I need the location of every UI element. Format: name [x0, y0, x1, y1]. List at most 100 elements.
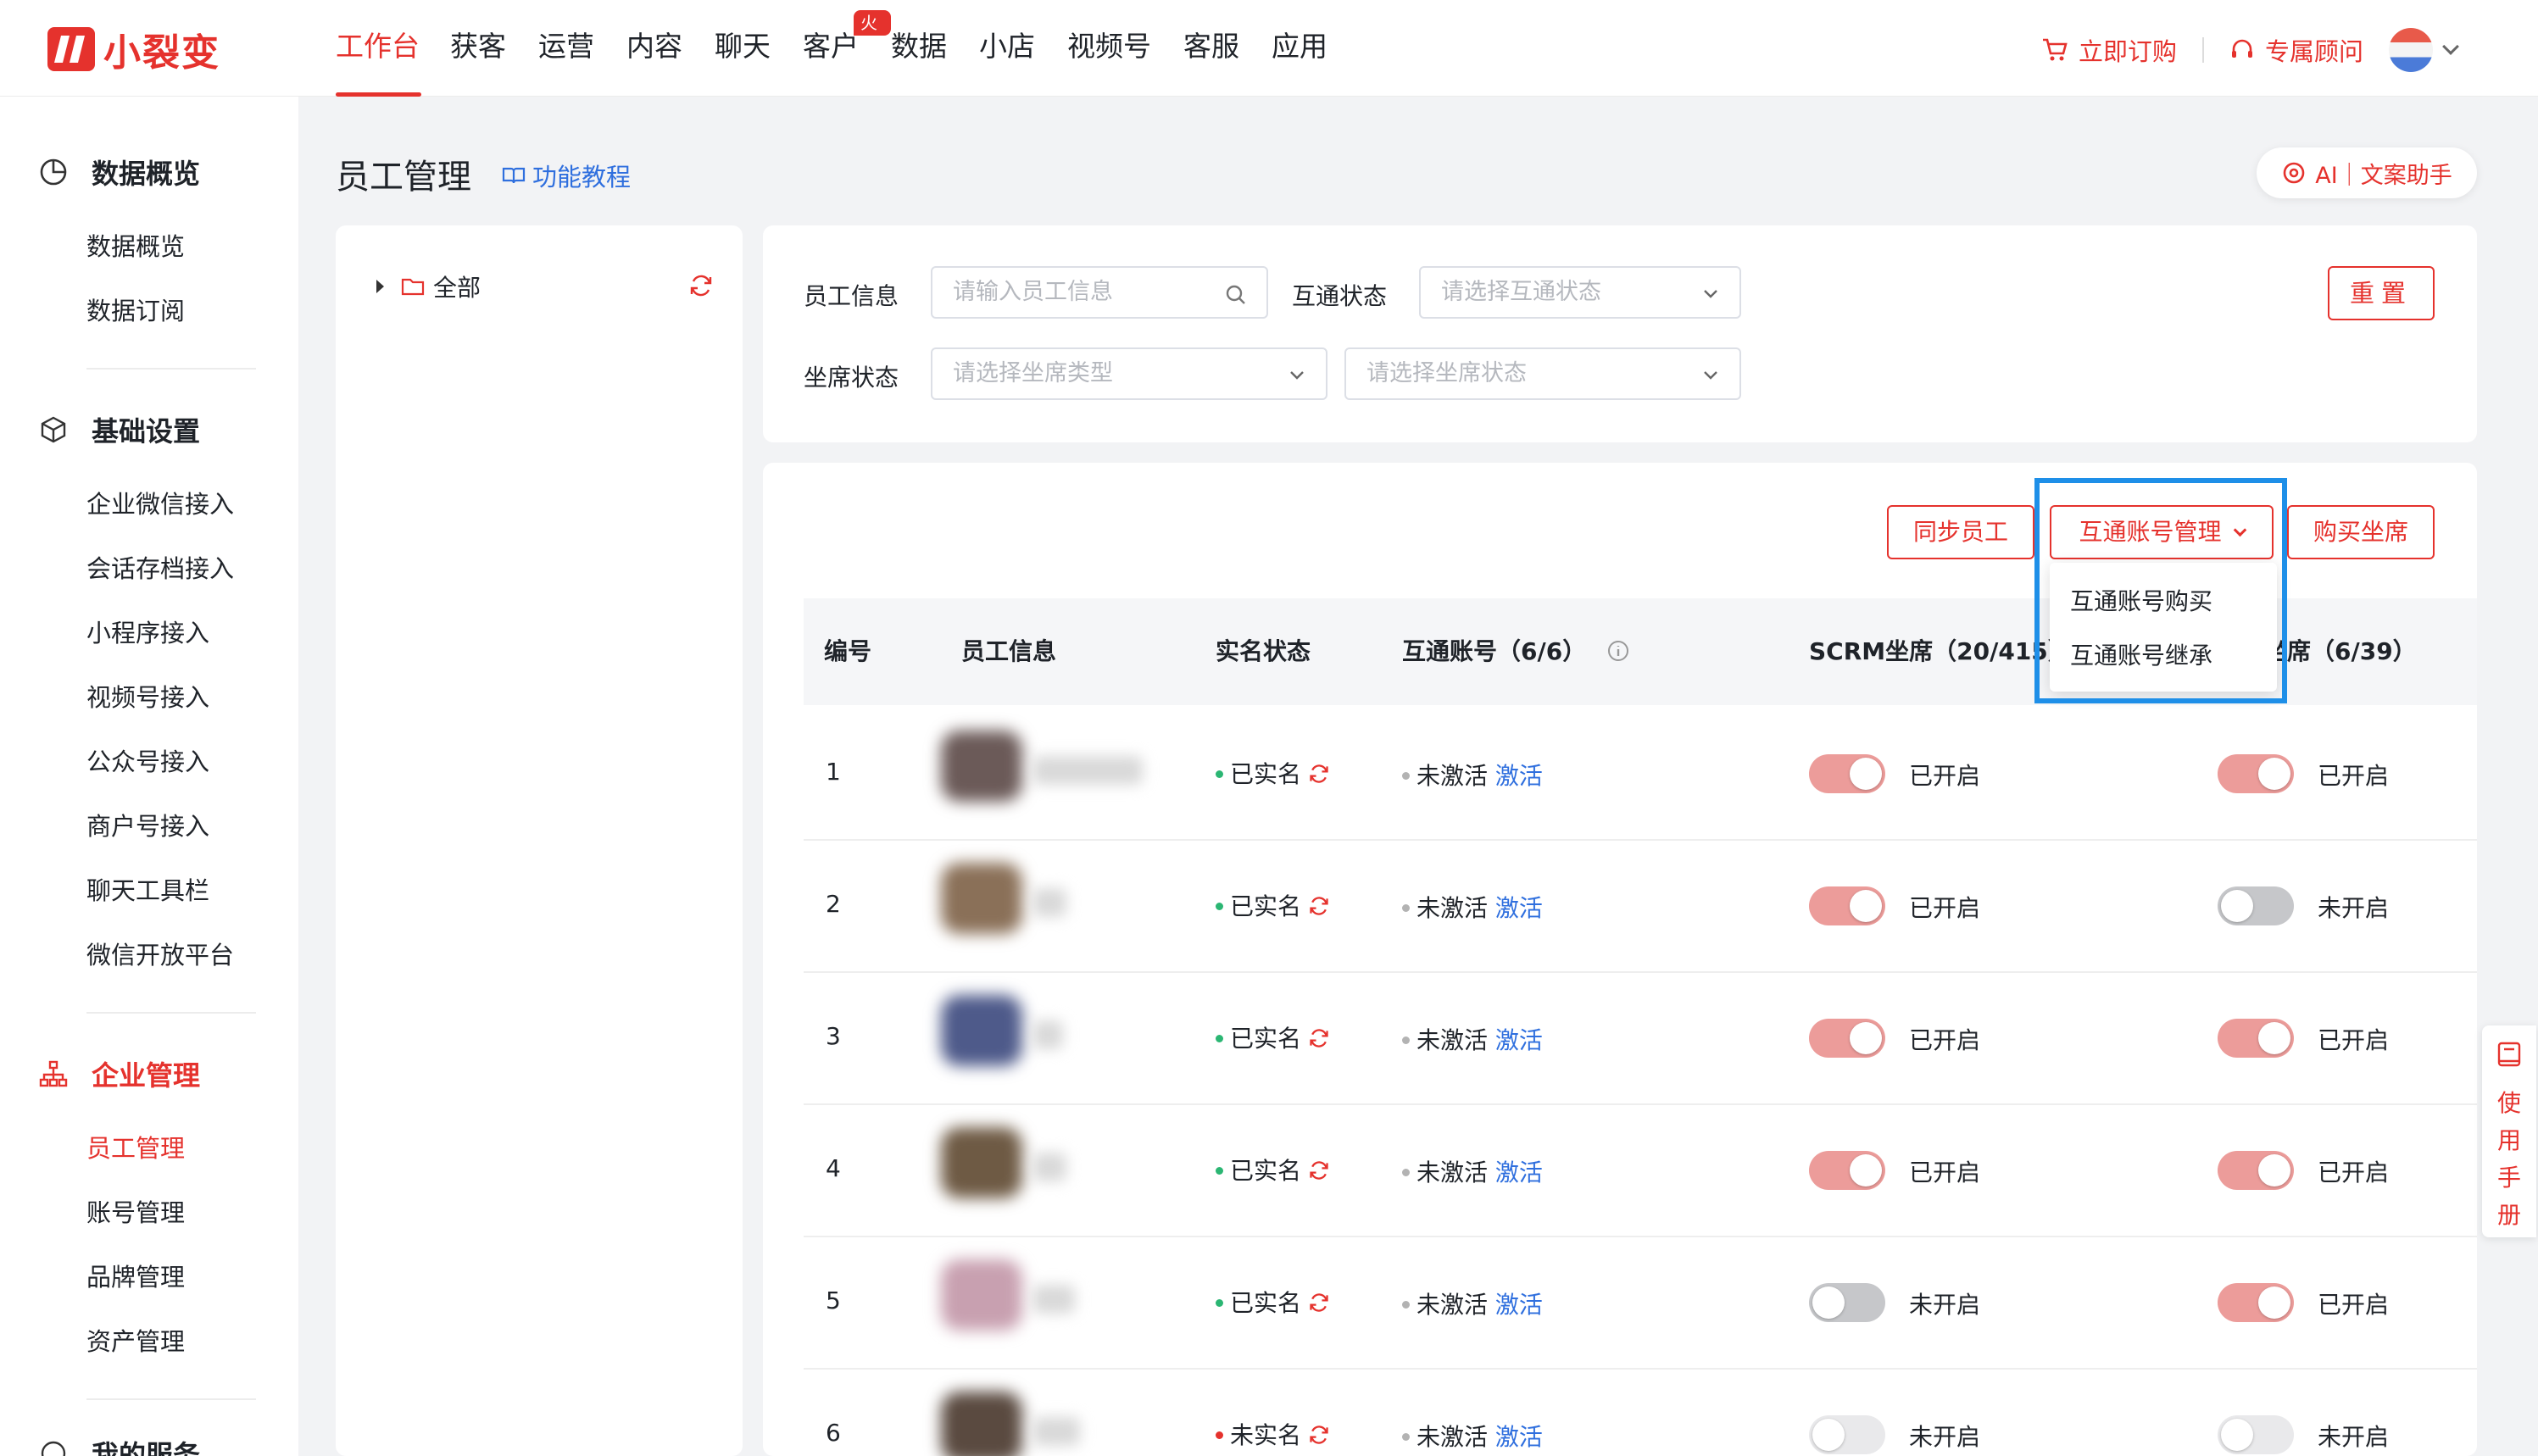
nav-item-workbench[interactable]: 工作台	[336, 0, 450, 97]
refresh-icon[interactable]	[1308, 1292, 1330, 1314]
butler-seat-toggle[interactable]	[2218, 1283, 2294, 1322]
refresh-icon[interactable]	[1308, 1159, 1330, 1181]
sidebar-item-miniprogram[interactable]: 小程序接入	[86, 614, 209, 649]
hutong-account-status: 未激活 激活	[1402, 1022, 1543, 1056]
sidebar-item-wecom[interactable]: 企业微信接入	[86, 485, 234, 520]
refresh-icon[interactable]	[1308, 1027, 1330, 1049]
employee-name-blurred	[1032, 1153, 1066, 1181]
sidebar-item-chat-toolbar[interactable]: 聊天工具栏	[86, 871, 209, 907]
refresh-icon[interactable]	[1308, 1424, 1330, 1446]
sidebar-item-data-overview[interactable]: 数据概览	[86, 227, 185, 263]
nav-item-acquire[interactable]: 获客	[450, 0, 538, 97]
sidebar-item-brand[interactable]: 品牌管理	[86, 1258, 185, 1293]
buy-seat-button[interactable]: 购买坐席	[2287, 505, 2435, 559]
nav-item-channels[interactable]: 视频号	[1067, 0, 1183, 97]
activate-link[interactable]: 激活	[1495, 1423, 1543, 1451]
seat-type-select[interactable]: 请选择坐席类型	[931, 347, 1327, 400]
nav-item-shop[interactable]: 小店	[979, 0, 1067, 97]
col-employee-info: 员工信息	[961, 637, 1057, 665]
buy-now-link[interactable]: 立即订购	[2041, 32, 2177, 68]
user-manual-float-button[interactable]: 使用手册	[2482, 1025, 2536, 1237]
nav-item-content[interactable]: 内容	[626, 0, 715, 97]
table-row: 2 已实名 未激活 激活 已开启 未开启	[804, 841, 2477, 973]
sidebar-item-asset[interactable]: 资产管理	[86, 1322, 185, 1358]
reset-button[interactable]: 重置	[2328, 266, 2435, 320]
scrm-seat-label: 已开启	[1909, 894, 1981, 922]
row-id: 5	[826, 1287, 841, 1314]
ai-assistant-button[interactable]: AI｜文案助手	[2257, 147, 2477, 198]
sidebar-item-account[interactable]: 账号管理	[86, 1193, 185, 1229]
sync-employee-button[interactable]: 同步员工	[1887, 505, 2034, 559]
activate-link[interactable]: 激活	[1495, 1026, 1543, 1054]
sidebar-item-merchant[interactable]: 商户号接入	[86, 807, 209, 842]
nav-item-apps[interactable]: 应用	[1272, 0, 1356, 97]
ai-swirl-icon	[2283, 162, 2305, 184]
butler-seat-toggle[interactable]	[2218, 1415, 2294, 1454]
table-row: 3 已实名 未激活 激活 已开启 已开启	[804, 973, 2477, 1105]
sidebar-item-archive[interactable]: 会话存档接入	[86, 549, 234, 585]
sidebar-group-enterprise[interactable]: 企业管理	[39, 1054, 200, 1093]
status-dot-icon	[1402, 1036, 1410, 1044]
butler-seat-toggle[interactable]	[2218, 1019, 2294, 1058]
scrm-seat-toggle[interactable]	[1809, 886, 1885, 925]
scrm-seat-toggle[interactable]	[1809, 1151, 1885, 1190]
sidebar-item-official-account[interactable]: 公众号接入	[86, 742, 209, 778]
activate-link[interactable]: 激活	[1495, 1291, 1543, 1319]
refresh-icon[interactable]	[688, 273, 714, 298]
nav-item-customer[interactable]: 客户 火爆	[803, 0, 891, 97]
activate-link[interactable]: 激活	[1495, 894, 1543, 922]
nav-item-operate[interactable]: 运营	[538, 0, 626, 97]
user-avatar[interactable]	[2389, 28, 2433, 72]
nav-item-data[interactable]: 数据	[891, 0, 979, 97]
logo-text: 小裂变	[103, 31, 220, 75]
realname-status: 未实名	[1216, 1417, 1330, 1451]
hutong-status-select[interactable]: 请选择互通状态	[1419, 266, 1741, 319]
status-dot-icon	[1402, 903, 1410, 912]
avatar	[941, 863, 1022, 934]
logo[interactable]: 小裂变	[47, 24, 220, 75]
sidebar-item-employee[interactable]: 员工管理	[86, 1129, 185, 1164]
butler-seat-label: 未开启	[2318, 1423, 2390, 1451]
refresh-icon[interactable]	[1308, 895, 1330, 917]
scrm-seat-toggle[interactable]	[1809, 1415, 1885, 1454]
caret-right-icon[interactable]	[376, 280, 384, 293]
sidebar-item-open-platform[interactable]: 微信开放平台	[86, 936, 234, 971]
activate-link[interactable]: 激活	[1495, 1159, 1543, 1186]
scrm-seat-toggle[interactable]	[1809, 1283, 1885, 1322]
butler-seat-label: 已开启	[2318, 1026, 2390, 1054]
sidebar-group-overview[interactable]: 数据概览	[39, 153, 200, 192]
chevron-down-icon	[1704, 290, 1717, 298]
nav-item-chat[interactable]: 聊天	[715, 0, 803, 97]
activate-link[interactable]: 激活	[1495, 762, 1543, 790]
sidebar-item-channels[interactable]: 视频号接入	[86, 678, 209, 714]
divider	[2201, 37, 2204, 63]
sidebar-item-data-subscribe[interactable]: 数据订阅	[86, 292, 185, 327]
advisor-link[interactable]: 专属顾问	[2229, 32, 2363, 68]
folder-icon	[401, 278, 425, 296]
refresh-icon[interactable]	[1308, 763, 1330, 785]
seat-status-select[interactable]: 请选择坐席状态	[1344, 347, 1741, 400]
sidebar-group-my-service[interactable]: 我的服务	[39, 1434, 200, 1456]
butler-seat-label: 未开启	[2318, 894, 2390, 922]
row-id: 4	[826, 1154, 841, 1182]
avatar	[941, 995, 1022, 1066]
scrm-seat-label: 未开启	[1909, 1423, 1981, 1451]
scrm-seat-toggle[interactable]	[1809, 1019, 1885, 1058]
info-icon[interactable]	[1606, 639, 1630, 663]
butler-seat-toggle[interactable]	[2218, 754, 2294, 793]
scrm-seat-label: 已开启	[1909, 1159, 1981, 1186]
table-row: 4 已实名 未激活 激活 已开启 已开启	[804, 1105, 2477, 1237]
employee-search-input[interactable]: 请输入员工信息	[931, 266, 1268, 319]
pie-chart-icon	[40, 158, 67, 186]
tree-node-all[interactable]: 全部	[376, 270, 481, 303]
tutorial-link[interactable]: 功能教程	[502, 158, 631, 193]
chevron-down-icon[interactable]	[2442, 38, 2459, 55]
butler-seat-toggle[interactable]	[2218, 886, 2294, 925]
butler-seat-toggle[interactable]	[2218, 1151, 2294, 1190]
nav-item-service[interactable]: 客服	[1183, 0, 1272, 97]
sidebar-group-basic-settings[interactable]: 基础设置	[39, 410, 200, 449]
hutong-account-status: 未激活 激活	[1402, 890, 1543, 924]
scrm-seat-toggle[interactable]	[1809, 754, 1885, 793]
table-row: 6 未实名 未激活 激活 未开启 未开启	[804, 1370, 2477, 1456]
scrm-seat-label: 未开启	[1909, 1291, 1981, 1319]
